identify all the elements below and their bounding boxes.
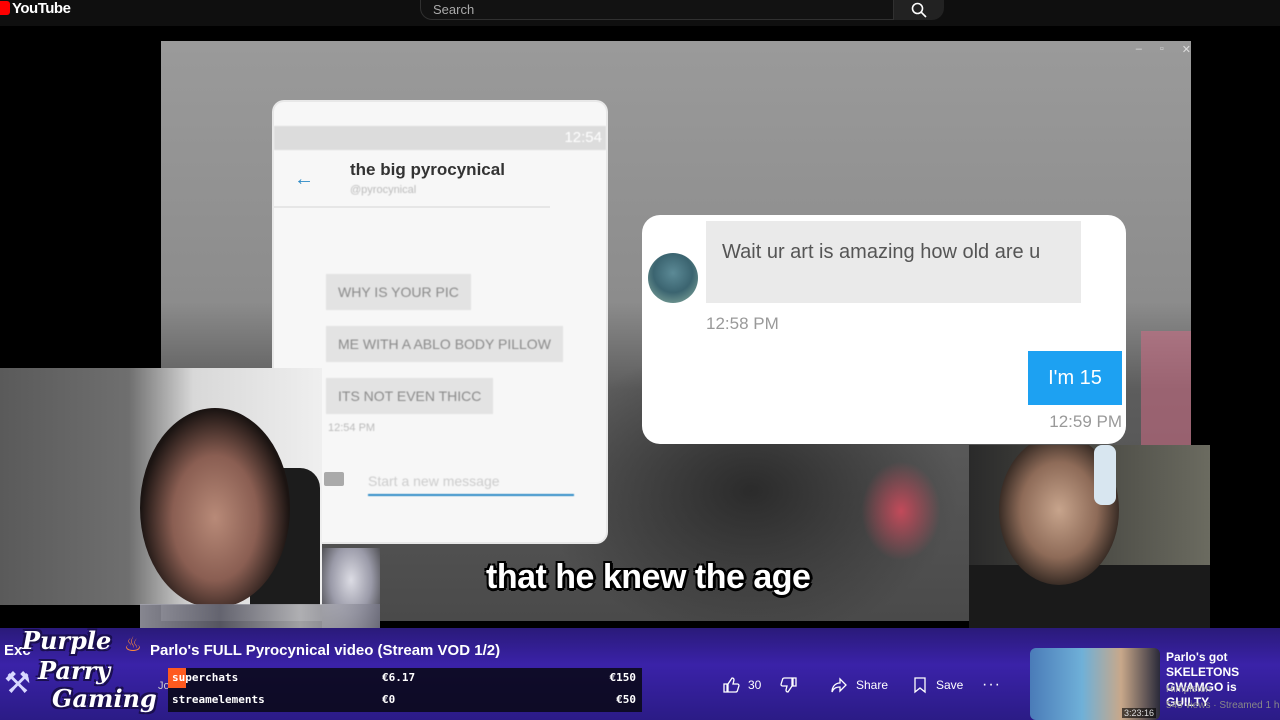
- phone-message-time: 12:54 PM: [328, 422, 376, 434]
- youtube-play-icon: [0, 1, 10, 15]
- save-button[interactable]: Save: [912, 676, 963, 694]
- phone-message: WHY IS YOUR PIC: [326, 274, 471, 310]
- video-caption: that he knew the age: [486, 558, 811, 596]
- stream-overlay-strip: [140, 604, 380, 628]
- donation-name: streamelements: [172, 693, 265, 706]
- gif-icon: [324, 472, 344, 486]
- donation-goal: €150: [609, 671, 637, 684]
- share-label: Share: [856, 678, 889, 692]
- donation-name: superchats: [172, 671, 239, 684]
- incoming-message: Wait ur art is amazing how old are u: [706, 221, 1081, 303]
- video-background-blur: [861, 461, 941, 561]
- phone-message: ME WITH A ABLO BODY PILLOW: [326, 326, 563, 362]
- donation-current: €6.17: [382, 671, 416, 684]
- donation-goals: superchats €6.17 €150 streamelements €0 …: [168, 668, 642, 712]
- dislike-button[interactable]: [780, 676, 798, 694]
- outgoing-message-time: 12:59 PM: [1049, 412, 1122, 431]
- thumbs-up-icon: [723, 677, 740, 693]
- search-input[interactable]: [433, 0, 873, 18]
- phone-status-bar: 12:54: [274, 126, 606, 150]
- flame-icon: ♨: [124, 634, 142, 656]
- incoming-message-time: 12:58 PM: [706, 314, 779, 333]
- phone-compose-field: Start a new message: [368, 468, 574, 496]
- share-icon: [831, 677, 847, 693]
- like-count: 30: [748, 678, 762, 692]
- phone-contact-handle: @pyrocynical: [350, 184, 417, 196]
- phone-screenshot: 12:54 ← the big pyrocynical @pyrocynical…: [274, 102, 606, 542]
- recommended-thumbnail[interactable]: 3:23:16: [1030, 648, 1160, 720]
- video-background-blur: [1141, 331, 1191, 451]
- restore-icon[interactable]: ▫: [1160, 43, 1164, 56]
- logo-line: Purple: [22, 626, 112, 655]
- search-button[interactable]: [894, 0, 944, 20]
- save-label: Save: [936, 678, 964, 692]
- divider: [274, 206, 550, 208]
- youtube-logo[interactable]: YouTube: [0, 0, 71, 17]
- back-arrow-icon: ←: [294, 168, 314, 190]
- window-controls: – ▫ ✕: [1136, 43, 1191, 56]
- video-title: Parlo's FULL Pyrocynical video (Stream V…: [150, 642, 501, 659]
- phone-contact-name: the big pyrocynical: [350, 160, 505, 179]
- search-box[interactable]: [420, 0, 894, 20]
- streamer-face: [140, 408, 290, 605]
- logo-line: Parry: [38, 656, 111, 685]
- headset: [1094, 445, 1116, 505]
- youtube-logo-text: YouTube: [12, 0, 71, 17]
- like-button[interactable]: 30: [722, 676, 761, 694]
- recommended-meta: 545 views · Streamed 1 h: [1166, 700, 1280, 711]
- donation-row: streamelements €0 €50: [168, 690, 642, 710]
- bookmark-icon: [914, 677, 926, 694]
- webcam-right: [969, 445, 1210, 630]
- shirt: [969, 565, 1210, 630]
- webcam-left: [0, 368, 322, 605]
- recommended-duration: 3:23:16: [1121, 708, 1156, 718]
- purple-parry-gaming-logo: ⚒ ♨ Purple Parry Gaming: [0, 622, 165, 720]
- phone-status-time: 12:54: [564, 129, 602, 146]
- outgoing-message: I'm 15: [1028, 351, 1122, 405]
- search-icon: [911, 2, 927, 18]
- share-button[interactable]: Share: [830, 676, 888, 694]
- donation-goal: €50: [616, 693, 636, 706]
- close-icon[interactable]: ✕: [1182, 43, 1191, 56]
- pickaxe-icon: ⚒: [4, 667, 31, 700]
- minimize-icon[interactable]: –: [1136, 43, 1142, 56]
- donation-current: €0: [382, 693, 396, 706]
- thumbs-down-icon: [780, 677, 797, 693]
- logo-line: Gaming: [52, 684, 157, 713]
- chat-screenshot: Wait ur art is amazing how old are u 12:…: [642, 215, 1126, 444]
- donation-row: superchats €6.17 €150: [168, 668, 642, 688]
- avatar: [648, 253, 698, 303]
- recommended-channel[interactable]: Himpleton: [1166, 684, 1211, 695]
- phone-message: ITS NOT EVEN THICC: [326, 378, 494, 414]
- more-actions-icon[interactable]: ···: [982, 676, 1001, 694]
